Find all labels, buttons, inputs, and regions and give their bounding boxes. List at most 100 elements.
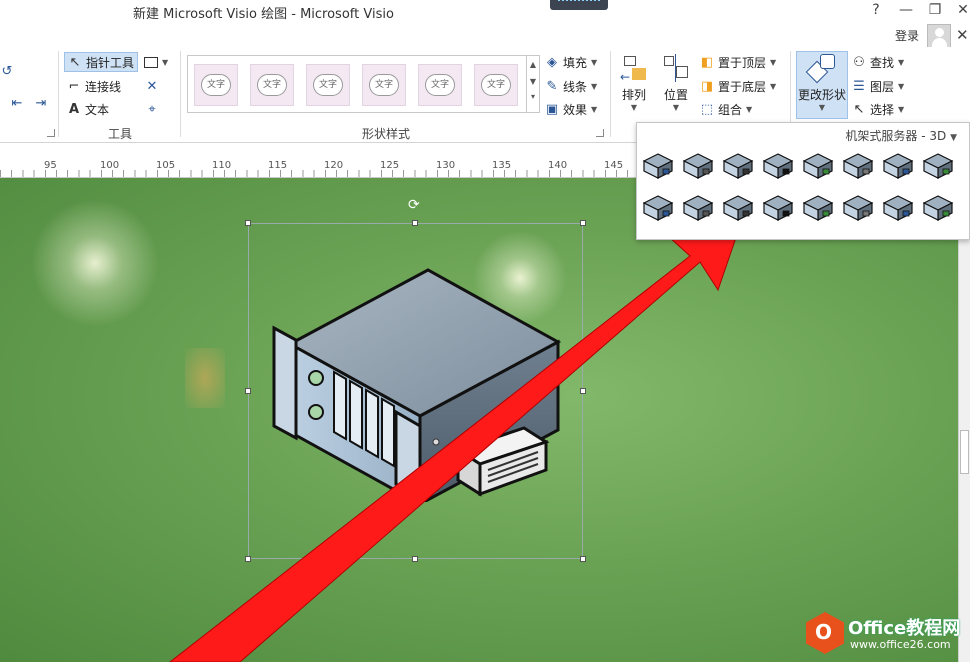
server-shape-option-icon[interactable] <box>801 193 835 223</box>
resize-handle[interactable] <box>245 556 251 562</box>
change-shape-button[interactable]: 更改形状 ▼ <box>796 51 848 119</box>
shape-styles-launcher-icon[interactable] <box>596 129 604 137</box>
select-label: 选择 <box>870 102 895 117</box>
server-shape-option-icon[interactable] <box>681 151 715 181</box>
rotate-handle-icon[interactable]: ⟳ <box>408 197 420 213</box>
chevron-down-icon[interactable]: ▼ <box>950 133 957 143</box>
server-shape-option-icon[interactable] <box>761 151 795 181</box>
dropdown-header: 机架式服务器 - 3D ▼ <box>845 127 957 144</box>
title-bar: 新建 Microsoft Visio 绘图 - Microsoft Visio … <box>0 0 970 26</box>
select-button[interactable]: ↖ 选择 ▼ <box>852 99 905 119</box>
bring-to-front-button[interactable]: ◧ 置于顶层 ▼ <box>700 52 776 72</box>
gallery-scroll[interactable]: ▲ ▼ ▾ <box>527 55 540 113</box>
server-shape-option-icon[interactable] <box>801 151 835 181</box>
chevron-down-icon: ▼ <box>770 57 777 67</box>
delete-connector-button[interactable]: ✕ <box>145 76 159 96</box>
server-shape-option-icon[interactable] <box>921 151 955 181</box>
position-button[interactable]: 位置 ▼ <box>658 52 694 112</box>
chevron-down-icon: ▼ <box>162 57 169 67</box>
chevron-down-icon: ▼ <box>591 104 598 114</box>
fill-button[interactable]: ◈ 填充 ▼ <box>545 52 597 72</box>
change-shape-label: 更改形状 <box>797 88 846 102</box>
connector-tool-label: 连接线 <box>85 79 122 94</box>
style-swatch[interactable]: 文字 <box>418 64 462 106</box>
paragraph-launcher-icon[interactable] <box>47 129 55 137</box>
gallery-more-icon[interactable]: ▾ <box>527 92 539 101</box>
text-icon: A <box>68 101 80 117</box>
resize-handle[interactable] <box>245 388 251 394</box>
server-shape-option-icon[interactable] <box>761 193 795 223</box>
server-shape-option-icon[interactable] <box>641 193 675 223</box>
server-shape-option-icon[interactable] <box>721 151 755 181</box>
pointer-tool-label: 指针工具 <box>86 55 135 70</box>
avatar-icon[interactable] <box>927 24 951 48</box>
layers-button[interactable]: ☰ 图层 ▼ <box>852 76 904 96</box>
arrange-label: 排列 <box>621 88 646 102</box>
style-swatch[interactable]: 文字 <box>474 64 518 106</box>
server-shape-option-icon[interactable] <box>641 151 675 181</box>
rectangle-icon <box>144 56 158 68</box>
resize-handle[interactable] <box>580 220 586 226</box>
effect-icon: ▣ <box>545 101 559 117</box>
resize-handle[interactable] <box>580 556 586 562</box>
title-bar-indicator <box>550 0 608 10</box>
increase-indent-icon[interactable]: ⇥ <box>34 93 48 113</box>
group-separator <box>58 51 59 137</box>
cropped-arrow-icon[interactable]: ↺ <box>0 61 14 81</box>
close-button[interactable]: ✕ <box>953 2 970 18</box>
style-swatch[interactable]: 文字 <box>362 64 406 106</box>
rectangle-tool-button[interactable]: ▼ <box>144 52 168 72</box>
ribbon-close-icon[interactable]: ✕ <box>956 26 969 44</box>
server-shape-option-icon[interactable] <box>921 193 955 223</box>
find-button[interactable]: ⚇ 查找 ▼ <box>852 52 904 72</box>
text-tool-button[interactable]: A 文本 <box>67 99 109 119</box>
vertical-scrollbar-thumb[interactable] <box>960 430 969 474</box>
server-shape-option-icon[interactable] <box>841 193 875 223</box>
arrange-icon: ← <box>618 52 650 84</box>
style-swatch[interactable]: 文字 <box>306 64 350 106</box>
group-button[interactable]: ⬚ 组合 ▼ <box>700 99 752 119</box>
text-tool-label: 文本 <box>85 102 110 117</box>
line-label: 线条 <box>563 79 588 94</box>
send-to-back-button[interactable]: ◨ 置于底层 ▼ <box>700 76 776 96</box>
resize-handle[interactable] <box>412 220 418 226</box>
group-icon: ⬚ <box>700 101 714 117</box>
server-shape-option-icon[interactable] <box>681 193 715 223</box>
pointer-tool-button[interactable]: ↖ 指针工具 <box>64 52 139 72</box>
effect-button[interactable]: ▣ 效果 ▼ <box>545 99 597 119</box>
line-button[interactable]: ✎ 线条 ▼ <box>545 76 598 96</box>
group-separator <box>610 51 611 137</box>
x-icon: ✕ <box>146 78 158 94</box>
connection-point-icon: ⌖ <box>148 101 156 117</box>
chevron-down-icon[interactable]: ▼ <box>527 77 539 86</box>
change-shape-dropdown: 机架式服务器 - 3D ▼ <box>636 122 970 240</box>
rack-server-shape[interactable] <box>262 262 562 502</box>
login-link[interactable]: 登录 <box>895 27 919 44</box>
help-button[interactable]: ? <box>866 2 886 18</box>
style-swatch[interactable]: 文字 <box>250 64 294 106</box>
resize-handle[interactable] <box>412 556 418 562</box>
server-shape-option-icon[interactable] <box>881 193 915 223</box>
resize-handle[interactable] <box>245 220 251 226</box>
bring-front-icon: ◧ <box>700 54 714 70</box>
decrease-indent-icon[interactable]: ⇤ <box>10 93 24 113</box>
chevron-up-icon[interactable]: ▲ <box>527 60 539 69</box>
server-shape-option-icon[interactable] <box>841 151 875 181</box>
group-label: 组合 <box>718 102 743 117</box>
style-swatch[interactable]: 文字 <box>194 64 238 106</box>
arrange-button[interactable]: ← 排列 ▼ <box>616 52 652 112</box>
connector-tool-button[interactable]: ⌐ 连接线 <box>67 76 121 96</box>
shape-style-gallery: 文字 文字 文字 文字 文字 文字 <box>187 55 527 113</box>
vertical-scrollbar[interactable] <box>958 178 970 662</box>
group-separator <box>180 51 181 137</box>
office-logo-icon: O <box>806 612 844 654</box>
resize-handle[interactable] <box>580 388 586 394</box>
server-shape-option-icon[interactable] <box>881 151 915 181</box>
connection-point-button[interactable]: ⌖ <box>145 99 159 119</box>
restore-button[interactable]: ❐ <box>925 2 945 18</box>
minimize-button[interactable]: — <box>896 2 916 18</box>
position-label: 位置 <box>663 88 688 102</box>
chevron-down-icon: ▼ <box>818 103 826 112</box>
server-shape-option-icon[interactable] <box>721 193 755 223</box>
position-icon <box>660 52 692 84</box>
